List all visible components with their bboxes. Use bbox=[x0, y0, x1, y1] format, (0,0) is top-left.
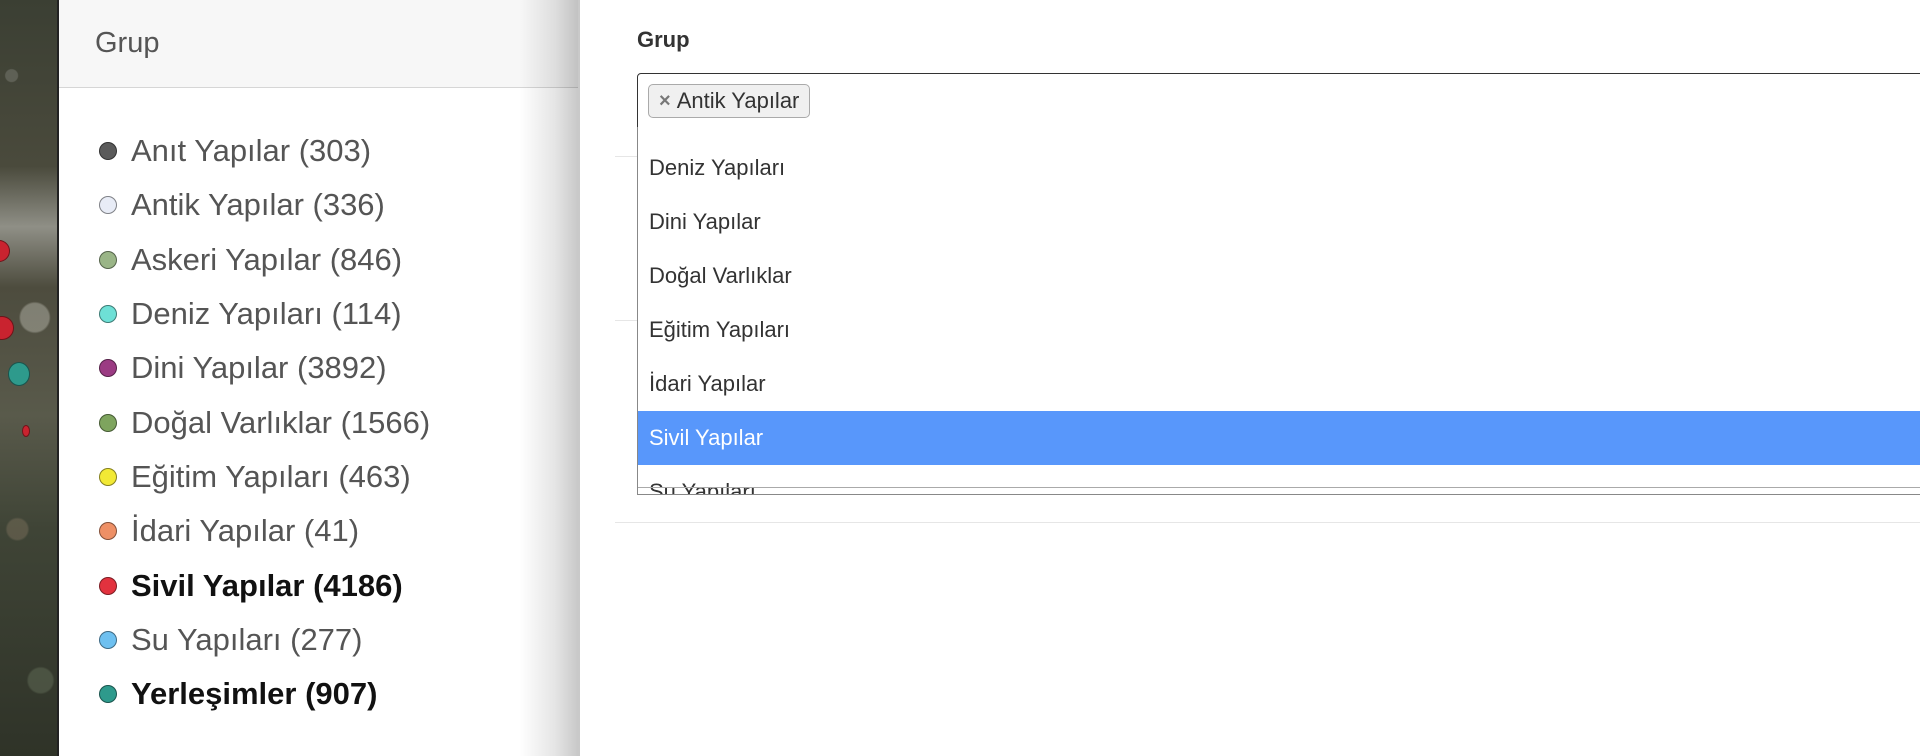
legend-item-label: Yerleşimler (907) bbox=[131, 676, 378, 712]
legend-item[interactable]: Anıt Yapılar (303) bbox=[99, 124, 579, 178]
group-multiselect[interactable]: × Antik Yapılar bbox=[637, 73, 1920, 129]
legend-item[interactable]: Eğitim Yapıları (463) bbox=[99, 450, 579, 504]
selected-tag-label: Antik Yapılar bbox=[676, 88, 800, 113]
legend-item[interactable]: Antik Yapılar (336) bbox=[99, 178, 579, 232]
selected-tags: × Antik Yapılar bbox=[648, 84, 811, 118]
legend-item-label: Antik Yapılar (336) bbox=[131, 187, 385, 223]
legend-color-dot-icon bbox=[99, 359, 117, 378]
legend-panel: Grup Anıt Yapılar (303) Antik Yapılar (33… bbox=[59, 0, 579, 756]
dropdown-bottom-edge bbox=[638, 487, 1920, 488]
legend-item-label: Eğitim Yapıları (463) bbox=[131, 458, 411, 494]
filter-form: Grup ×Antik Yapılar Askeri YapılarDeniz … bbox=[580, 0, 1920, 756]
legend-item-label: Deniz Yapıları (114) bbox=[131, 296, 402, 332]
legend-item[interactable]: Askeri Yapılar (846) bbox=[99, 233, 579, 287]
group-options-list: Askeri YapılarDeniz YapılarıDini Yapılar… bbox=[638, 127, 1920, 494]
legend-item-label: Dini Yapılar (3892) bbox=[131, 350, 387, 386]
legend-color-dot-icon bbox=[99, 413, 117, 432]
legend-color-dot-icon bbox=[99, 630, 117, 649]
map-marker[interactable] bbox=[0, 316, 14, 340]
legend-color-dot-icon bbox=[99, 250, 117, 269]
group-option[interactable]: Doğal Varlıklar bbox=[638, 249, 1920, 303]
group-option[interactable]: Dini Yapılar bbox=[638, 195, 1920, 249]
group-option[interactable]: Su Yapıları bbox=[638, 465, 1920, 494]
group-option[interactable]: Eğitim Yapıları bbox=[638, 303, 1920, 357]
group-option[interactable]: İdari Yapılar bbox=[638, 357, 1920, 411]
legend-item-label: Sivil Yapılar (4186) bbox=[131, 567, 403, 603]
legend-title: Grup bbox=[95, 27, 160, 59]
legend-item-label: Askeri Yapılar (846) bbox=[131, 241, 403, 277]
group-option[interactable]: Deniz Yapıları bbox=[638, 141, 1920, 195]
legend-item[interactable]: Deniz Yapıları (114) bbox=[99, 287, 579, 341]
legend-list: Anıt Yapılar (303) Antik Yapılar (336) Ask… bbox=[59, 88, 579, 721]
legend-item-label: Doğal Varlıklar (1566) bbox=[131, 404, 431, 440]
map-view[interactable] bbox=[0, 0, 58, 756]
legend-color-dot-icon bbox=[99, 467, 117, 486]
legend-item-label: İdari Yapılar (41) bbox=[131, 513, 360, 549]
legend-item[interactable]: Yerleşimler (907) bbox=[99, 667, 579, 721]
remove-tag-icon[interactable]: × bbox=[659, 90, 671, 113]
selected-tag: × Antik Yapılar bbox=[648, 84, 811, 118]
map-marker[interactable] bbox=[8, 362, 30, 386]
legend-color-dot-icon bbox=[99, 576, 117, 595]
legend-color-dot-icon bbox=[99, 685, 117, 704]
legend-item-label: Anıt Yapılar (303) bbox=[131, 133, 372, 169]
group-option[interactable]: Sivil Yapılar bbox=[638, 411, 1920, 465]
legend-item[interactable]: Sivil Yapılar (4186) bbox=[99, 558, 579, 612]
form-divider bbox=[615, 522, 1920, 523]
legend-color-dot-icon bbox=[99, 196, 117, 215]
legend-item[interactable]: Dini Yapılar (3892) bbox=[99, 341, 579, 395]
map-marker[interactable] bbox=[0, 240, 10, 262]
legend-header: Grup bbox=[59, 0, 579, 88]
legend-color-dot-icon bbox=[99, 142, 117, 161]
group-option[interactable]: Askeri Yapılar bbox=[638, 127, 1920, 141]
group-field-label: Grup bbox=[637, 27, 690, 52]
legend-item[interactable]: İdari Yapılar (41) bbox=[99, 504, 579, 558]
legend-color-dot-icon bbox=[99, 522, 117, 541]
group-options-dropdown[interactable]: Askeri YapılarDeniz YapılarıDini Yapılar… bbox=[637, 127, 1920, 495]
group-search-input[interactable] bbox=[816, 81, 1920, 121]
legend-color-dot-icon bbox=[99, 305, 117, 324]
legend-item[interactable]: Su Yapıları (277) bbox=[99, 613, 579, 667]
legend-item[interactable]: Doğal Varlıklar (1566) bbox=[99, 395, 579, 449]
map-marker[interactable] bbox=[22, 425, 30, 437]
legend-item-label: Su Yapıları (277) bbox=[131, 621, 363, 657]
